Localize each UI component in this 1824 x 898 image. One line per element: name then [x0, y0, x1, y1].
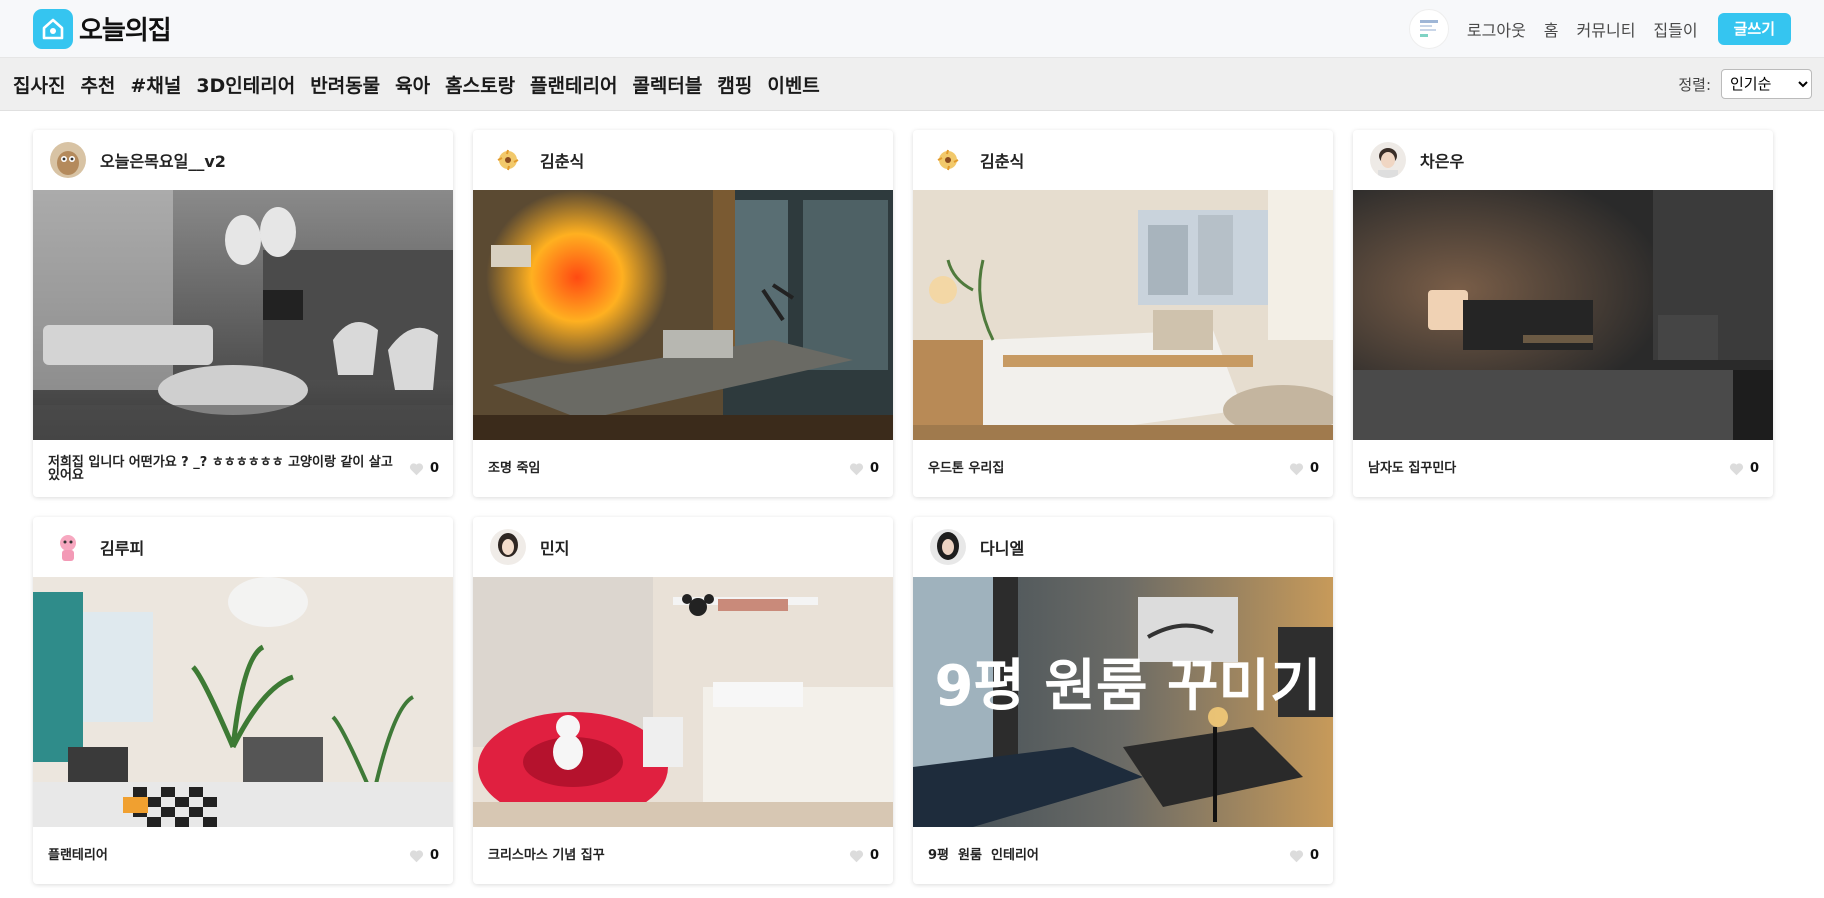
logo-text: 오늘의집 — [79, 16, 172, 46]
post-photo[interactable] — [33, 577, 453, 827]
like-counter[interactable]: 0 — [849, 848, 879, 863]
user-avatar[interactable] — [50, 529, 86, 565]
category-channel[interactable]: #채널 — [130, 71, 181, 98]
category-bar: 집사진 추천 #채널 3D인테리어 반려동물 육아 홈스토랑 플랜테리어 콜렉터… — [0, 58, 1824, 111]
like-counter[interactable]: 0 — [1289, 461, 1319, 476]
category-3d-interior[interactable]: 3D인테리어 — [196, 71, 295, 98]
post-photo[interactable] — [33, 190, 453, 440]
post-caption: 플랜테리어 — [48, 848, 108, 863]
post-caption: 남자도 집꾸민다 — [1368, 461, 1457, 476]
post-card[interactable]: 김춘식 조명 죽임 0 — [473, 130, 893, 497]
post-photo[interactable] — [1353, 190, 1773, 440]
sort-select[interactable]: 인기순 — [1721, 69, 1812, 99]
post-card[interactable]: 오늘은목요일__v2 저희집 입니다 어떤가요 ? _? ㅎㅎㅎㅎㅎㅎ 고양이랑… — [33, 130, 453, 497]
post-caption: 조명 죽임 — [488, 461, 541, 476]
user-avatar[interactable] — [490, 529, 526, 565]
category-parenting[interactable]: 육아 — [395, 71, 430, 98]
post-card[interactable]: 김루피 플랜테리어 0 — [33, 517, 453, 884]
heart-icon[interactable] — [1729, 462, 1744, 476]
category-home-restaurant[interactable]: 홈스토랑 — [445, 71, 515, 98]
post-card[interactable]: 민지 크리스마스 기념 집꾸 0 — [473, 517, 893, 884]
like-count: 0 — [1749, 461, 1759, 476]
user-avatar[interactable] — [1370, 142, 1406, 178]
home-link[interactable]: 홈 — [1544, 17, 1559, 41]
photo-overlay-text: 9평 원룸 꾸미기 — [934, 654, 1321, 719]
heart-icon[interactable] — [1289, 462, 1304, 476]
community-link[interactable]: 커뮤니티 — [1577, 17, 1636, 41]
heart-icon[interactable] — [409, 462, 424, 476]
post-photo[interactable] — [473, 190, 893, 440]
user-avatar[interactable] — [50, 142, 86, 178]
category-collectible[interactable]: 콜렉터블 — [632, 71, 702, 98]
like-count: 0 — [429, 461, 439, 476]
category-planterior[interactable]: 플랜테리어 — [530, 71, 617, 98]
category-event[interactable]: 이벤트 — [767, 71, 819, 98]
like-counter[interactable]: 0 — [1729, 461, 1759, 476]
like-counter[interactable]: 0 — [409, 848, 439, 863]
category-pets[interactable]: 반려동물 — [310, 71, 380, 98]
username[interactable]: 김춘식 — [540, 148, 584, 172]
username[interactable]: 차은우 — [1420, 148, 1464, 172]
heart-icon[interactable] — [1289, 849, 1304, 863]
post-card[interactable]: 차은우 남자도 집꾸민다 0 — [1353, 130, 1773, 497]
like-count: 0 — [429, 848, 439, 863]
post-card[interactable]: 김춘식 우드톤 우리집 0 — [913, 130, 1333, 497]
username[interactable]: 다니엘 — [980, 535, 1024, 559]
post-caption: 크리스마스 기념 집꾸 — [488, 848, 605, 863]
username[interactable]: 오늘은목요일__v2 — [100, 148, 226, 172]
profile-avatar[interactable] — [1408, 8, 1449, 49]
like-counter[interactable]: 0 — [409, 461, 439, 476]
like-count: 0 — [869, 848, 879, 863]
post-photo[interactable] — [913, 190, 1333, 440]
category-camping[interactable]: 캠핑 — [717, 71, 752, 98]
post-photo[interactable] — [473, 577, 893, 827]
post-photo[interactable]: 9평 원룸 꾸미기 — [913, 577, 1333, 827]
post-card[interactable]: 다니엘 9평 원룸 꾸미기 9평 원룸 인테리어 0 — [913, 517, 1333, 884]
like-counter[interactable]: 0 — [849, 461, 879, 476]
sort-label: 정렬: — [1678, 75, 1711, 94]
post-caption: 9평 원룸 인테리어 — [928, 848, 1039, 863]
logo[interactable]: 오늘의집 — [33, 8, 172, 49]
heart-icon[interactable] — [849, 849, 864, 863]
post-grid: 오늘은목요일__v2 저희집 입니다 어떤가요 ? _? ㅎㅎㅎㅎㅎㅎ 고양이랑… — [0, 111, 1824, 884]
heart-icon[interactable] — [409, 849, 424, 863]
username[interactable]: 민지 — [540, 535, 569, 559]
like-count: 0 — [1309, 461, 1319, 476]
logout-link[interactable]: 로그아웃 — [1467, 17, 1526, 41]
house-logo-icon — [33, 8, 73, 49]
housewarming-link[interactable]: 집들이 — [1653, 17, 1697, 41]
username[interactable]: 김루피 — [100, 535, 144, 559]
user-avatar[interactable] — [490, 142, 526, 178]
username[interactable]: 김춘식 — [980, 148, 1024, 172]
like-counter[interactable]: 0 — [1289, 848, 1319, 863]
heart-icon[interactable] — [849, 462, 864, 476]
write-button[interactable]: 글쓰기 — [1717, 12, 1791, 45]
category-photos[interactable]: 집사진 — [13, 71, 65, 98]
user-avatar[interactable] — [930, 529, 966, 565]
post-caption: 우드톤 우리집 — [928, 461, 1005, 476]
category-recommend[interactable]: 추천 — [80, 71, 115, 98]
like-count: 0 — [1309, 848, 1319, 863]
user-avatar[interactable] — [930, 142, 966, 178]
like-count: 0 — [869, 461, 879, 476]
post-caption: 저희집 입니다 어떤가요 ? _? ㅎㅎㅎㅎㅎㅎ 고양이랑 같이 살고 있어요 — [48, 454, 393, 483]
top-header: 오늘의집 로그아웃 홈 커뮤니티 집들이 글쓰기 — [0, 0, 1824, 58]
